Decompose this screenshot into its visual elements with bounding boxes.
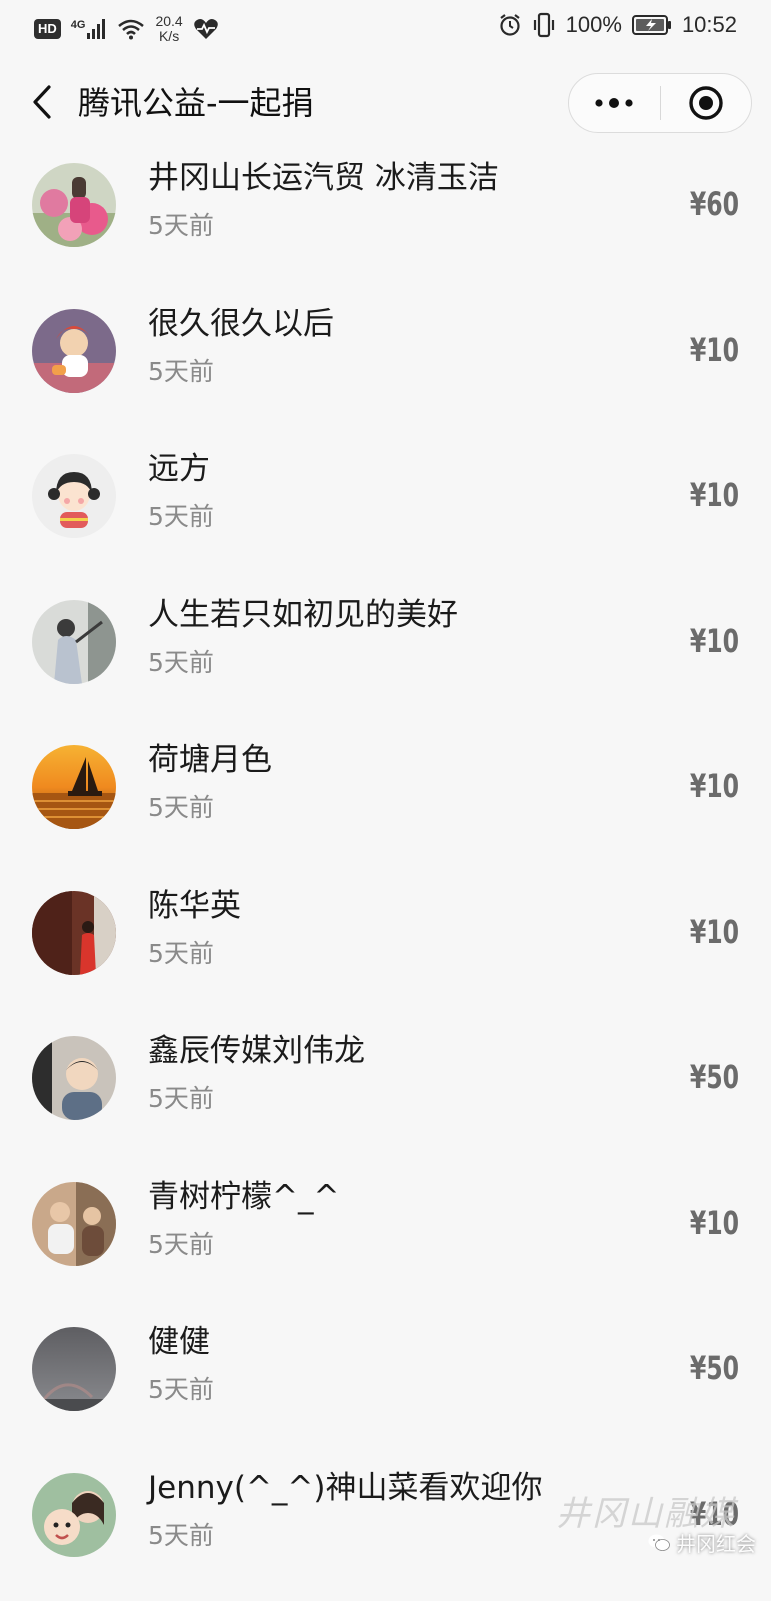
- donor-avatar[interactable]: [32, 600, 116, 684]
- donation-time: 5天前: [148, 356, 214, 388]
- donation-time: 5天前: [148, 647, 214, 679]
- status-right: 100% 10:52: [498, 12, 737, 38]
- donation-time: 5天前: [148, 1083, 214, 1115]
- donor-name: 健健: [148, 1322, 210, 1362]
- donor-name: 青树柠檬^_^: [148, 1177, 339, 1217]
- donation-amount: ¥50: [690, 1057, 739, 1097]
- donation-amount: ¥60: [690, 184, 739, 224]
- donor-avatar[interactable]: [32, 1036, 116, 1120]
- donor-avatar[interactable]: [32, 163, 116, 247]
- status-bar: HD 4G 20.4 K/s: [0, 0, 771, 58]
- donation-time: 5天前: [148, 210, 214, 242]
- donor-name: 井冈山长运汽贸 冰清玉洁: [148, 158, 499, 198]
- donor-row[interactable]: Jenny(^_^)神山菜看欢迎你 5天前 ¥10: [0, 1456, 771, 1601]
- donor-row[interactable]: 陈华英 5天前 ¥10: [0, 874, 771, 1020]
- net-speed: 20.4 K/s: [155, 14, 182, 44]
- donation-time: 5天前: [148, 792, 214, 824]
- nav-bar: 腾讯公益-一起捐: [0, 60, 771, 146]
- more-options-button[interactable]: [569, 74, 660, 132]
- donor-avatar[interactable]: [32, 745, 116, 829]
- target-close-icon: [688, 85, 724, 121]
- donor-row[interactable]: 鑫辰传媒刘伟龙 5天前 ¥50: [0, 1019, 771, 1165]
- donation-time: 5天前: [148, 501, 214, 533]
- donation-amount: ¥10: [690, 1203, 739, 1243]
- status-left: HD 4G 20.4 K/s: [34, 14, 219, 44]
- donation-time: 5天前: [148, 938, 214, 970]
- donor-row[interactable]: 井冈山长运汽贸 冰清玉洁 5天前 ¥60: [0, 146, 771, 292]
- wifi-icon: [117, 18, 145, 40]
- heart-rate-icon: [193, 18, 219, 40]
- hd-badge: HD: [34, 19, 61, 39]
- donation-amount: ¥10: [690, 621, 739, 661]
- donor-avatar[interactable]: [32, 891, 116, 975]
- signal-type-label: 4G: [71, 19, 86, 31]
- net-speed-unit: K/s: [159, 29, 179, 44]
- battery-charging-icon: [632, 14, 672, 36]
- chevron-left-icon: [31, 84, 53, 120]
- donation-amount: ¥10: [690, 475, 739, 515]
- donor-row[interactable]: 人生若只如初见的美好 5天前 ¥10: [0, 583, 771, 729]
- donation-time: 5天前: [148, 1520, 214, 1552]
- donation-amount: ¥50: [690, 1348, 739, 1388]
- donation-amount: ¥10: [690, 1494, 739, 1534]
- page-title: 腾讯公益-一起捐: [78, 82, 314, 124]
- donor-name: 很久很久以后: [148, 304, 334, 344]
- donor-row[interactable]: 青树柠檬^_^ 5天前 ¥10: [0, 1165, 771, 1311]
- donation-amount: ¥10: [690, 330, 739, 370]
- close-mini-program-button[interactable]: [661, 74, 752, 132]
- more-dots-icon: [594, 98, 634, 108]
- donor-row[interactable]: 健健 5天前 ¥50: [0, 1310, 771, 1456]
- net-speed-value: 20.4: [155, 14, 182, 29]
- donor-name: Jenny(^_^)神山菜看欢迎你: [148, 1468, 543, 1508]
- battery-percent: 100%: [566, 12, 622, 38]
- donor-name: 鑫辰传媒刘伟龙: [148, 1031, 365, 1071]
- donor-avatar[interactable]: [32, 1327, 116, 1411]
- cell-signal-icon: 4G: [71, 19, 108, 39]
- vibrate-icon: [532, 12, 556, 38]
- donor-name: 远方: [148, 449, 210, 489]
- donor-avatar[interactable]: [32, 454, 116, 538]
- donation-time: 5天前: [148, 1229, 214, 1261]
- donor-avatar[interactable]: [32, 1473, 116, 1557]
- donation-time: 5天前: [148, 1374, 214, 1406]
- donor-row[interactable]: 很久很久以后 5天前 ¥10: [0, 292, 771, 438]
- donor-row[interactable]: 荷塘月色 5天前 ¥10: [0, 728, 771, 874]
- donation-amount: ¥10: [690, 912, 739, 952]
- donor-avatar[interactable]: [32, 309, 116, 393]
- mini-program-capsule: [568, 73, 752, 133]
- donor-list: 井冈山长运汽贸 冰清玉洁 5天前 ¥60 很久很久以后 5天前 ¥10: [0, 146, 771, 1601]
- donation-amount: ¥10: [690, 766, 739, 806]
- donor-row[interactable]: 远方 5天前 ¥10: [0, 437, 771, 583]
- donor-name: 陈华英: [148, 886, 241, 926]
- donor-avatar[interactable]: [32, 1182, 116, 1266]
- back-button[interactable]: [24, 80, 60, 124]
- donor-name: 人生若只如初见的美好: [148, 595, 458, 635]
- alarm-icon: [498, 13, 522, 37]
- clock-time: 10:52: [682, 12, 737, 38]
- donor-name: 荷塘月色: [148, 740, 272, 780]
